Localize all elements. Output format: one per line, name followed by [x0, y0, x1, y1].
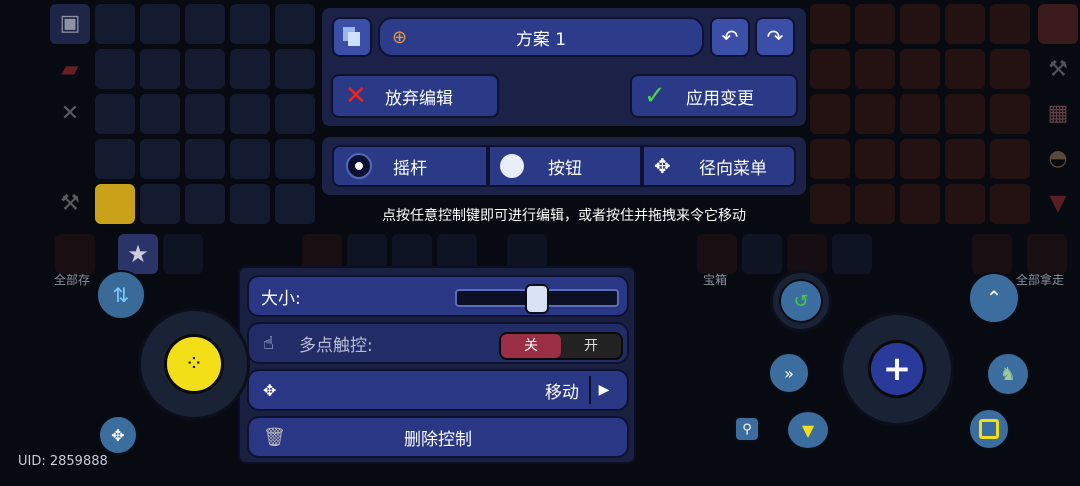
- redo-button[interactable]: ↷: [755, 17, 795, 57]
- quick-mount-button[interactable]: ♞: [986, 352, 1030, 396]
- delete-control-button[interactable]: 🗑 删除控制: [247, 416, 629, 458]
- radial-menu-icon: ✥: [654, 154, 671, 178]
- tab-radial-label: 径向菜单: [699, 158, 767, 179]
- move-arrows-icon: ✥: [263, 380, 277, 400]
- control-settings-panel: 大小: ☝ 多点触控: 关 开 ✥ 移动 ▶ 🗑 删除控制: [238, 266, 636, 464]
- chevrons-right-icon: »: [784, 363, 794, 383]
- play-arrow-icon[interactable]: ▶: [589, 376, 617, 404]
- preset-selector[interactable]: ⊕ 方案 1: [378, 17, 704, 57]
- undo-button[interactable]: ↶: [710, 17, 750, 57]
- uid-text: UID: 2859888: [18, 454, 108, 469]
- tab-button-label: 按钮: [548, 158, 582, 179]
- size-row: 大小:: [247, 275, 629, 317]
- piggy-icon: ▰: [61, 57, 79, 82]
- yellow-triangle-down-icon: ▼: [801, 420, 815, 440]
- discard-label: 放弃编辑: [385, 88, 453, 109]
- apply-label: 应用变更: [686, 88, 754, 109]
- joystick-icon: [346, 153, 372, 179]
- edit-hint-text: 点按任意控制键即可进行编辑，或者按住并拖拽来令它移动: [382, 208, 746, 224]
- dpad-dots-icon: ⁘: [184, 351, 204, 377]
- inventory-grid-right: ⚒ ▦ ◓ ▼: [800, 0, 1080, 240]
- signpost-icon: ⊕: [392, 26, 408, 48]
- helmet-icon: ◓: [1048, 146, 1068, 171]
- copy-icon: [343, 27, 360, 46]
- banner-icon: ▼: [1049, 191, 1067, 216]
- yellow-square-icon: [979, 419, 999, 439]
- red-cross-icon: ✕: [345, 81, 367, 111]
- edit-toolbar-panel: ⊕ 方案 1 ↶ ↷ ✕ 放弃编辑 ✓ 应用变更: [322, 8, 806, 126]
- undo-icon: ↶: [721, 25, 739, 49]
- deposit-all-label: 全部存: [54, 273, 91, 287]
- drop-down-button[interactable]: ▼: [786, 410, 830, 450]
- tab-joystick[interactable]: 摇杆: [332, 145, 488, 187]
- multitouch-toggle[interactable]: 关 开: [499, 332, 623, 360]
- inventory-sort-button[interactable]: ⇅: [96, 270, 146, 320]
- favorite-star-icon: ★: [118, 234, 158, 274]
- multitouch-row: ☝ 多点触控: 关 开: [247, 322, 629, 364]
- jump-button[interactable]: ⌃: [968, 272, 1020, 324]
- control-type-tabs: 摇杆 按钮 ✥ 径向菜单: [322, 137, 806, 195]
- hammer-icon: ⚒: [1048, 57, 1068, 82]
- tab-button[interactable]: 按钮: [488, 145, 642, 187]
- multitouch-label: 多点触控:: [299, 335, 373, 356]
- joystick-knob[interactable]: ⁘: [164, 334, 224, 394]
- fast-forward-button[interactable]: »: [768, 352, 810, 394]
- plus-icon: +: [882, 349, 912, 389]
- inventory-grid-left: ▣ ▰ ✕ ⚒: [0, 0, 330, 240]
- preset-label: 方案 1: [515, 29, 567, 50]
- zoom-button[interactable]: ⚲: [734, 416, 760, 442]
- grapple-button[interactable]: ↺: [770, 270, 832, 332]
- hand-tap-icon: ☝: [263, 332, 274, 354]
- loot-all-label: 全部拿走: [1016, 273, 1065, 287]
- double-chevron-up-icon: ⌃: [985, 286, 1003, 310]
- size-slider-handle[interactable]: [525, 284, 549, 314]
- chest-label: 宝箱: [703, 273, 728, 287]
- mount-icon: ♞: [999, 363, 1017, 385]
- selected-slot: [95, 184, 135, 224]
- crossed-swords-icon: ✕: [60, 101, 80, 126]
- move-label: 移动: [545, 382, 579, 403]
- apply-changes-button[interactable]: ✓ 应用变更: [630, 74, 798, 118]
- crosshair-icon: ✥: [111, 425, 125, 445]
- size-label: 大小:: [261, 288, 301, 309]
- tab-joystick-label: 摇杆: [393, 158, 427, 179]
- delete-label: 删除控制: [404, 429, 472, 450]
- toggle-off-option[interactable]: 关: [501, 334, 561, 358]
- move-row[interactable]: ✥ 移动 ▶: [247, 369, 629, 411]
- toggle-on-option[interactable]: 开: [561, 334, 621, 358]
- redo-icon: ↷: [766, 25, 784, 49]
- action-joystick-base[interactable]: +: [840, 312, 954, 426]
- tab-radial-menu[interactable]: ✥ 径向菜单: [642, 145, 796, 187]
- trash-icon: 🗑: [263, 426, 286, 448]
- action-plus-button[interactable]: +: [868, 340, 926, 398]
- size-slider-track[interactable]: [455, 284, 619, 314]
- copy-button[interactable]: [332, 17, 372, 57]
- blocks-icon: ▦: [1047, 101, 1069, 126]
- grapple-hook-icon: ↺: [793, 290, 809, 312]
- discard-edits-button[interactable]: ✕ 放弃编辑: [331, 74, 499, 118]
- sort-icon: ⇅: [112, 283, 130, 307]
- button-circle-icon: [500, 154, 524, 178]
- smart-cursor-button[interactable]: [968, 408, 1010, 450]
- chest-icon: ▣: [59, 11, 81, 36]
- green-check-icon: ✓: [644, 81, 666, 111]
- joystick-base[interactable]: ⁘: [138, 308, 250, 420]
- tools-icon: ⚒: [60, 191, 80, 216]
- magnifier-icon: ⚲: [742, 421, 752, 437]
- cursor-mode-button[interactable]: ✥: [98, 415, 138, 455]
